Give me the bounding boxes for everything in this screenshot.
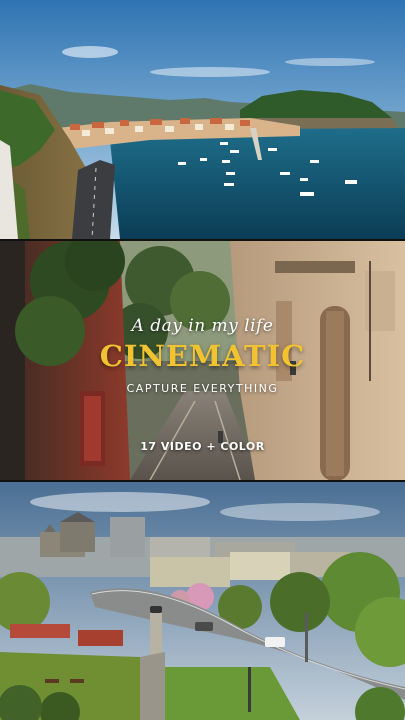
harbor-coast-photo	[0, 0, 405, 239]
reel-frame: A day in my life CINEMATIC CAPTURE EVERY…	[0, 0, 405, 720]
city-overpass-photo	[0, 482, 405, 720]
alley-street-photo	[0, 241, 405, 480]
